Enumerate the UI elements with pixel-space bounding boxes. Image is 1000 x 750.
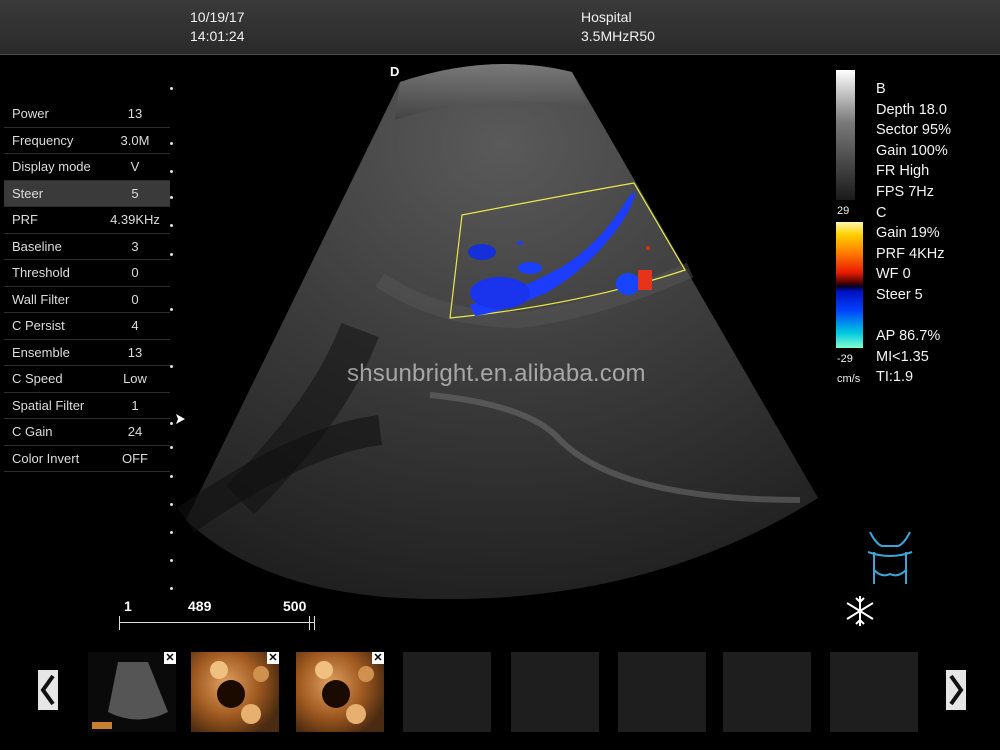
thumbnail-3[interactable]: ✕ bbox=[296, 652, 384, 732]
cine-tick-start bbox=[119, 616, 120, 630]
readout-line: WF 0 bbox=[876, 266, 911, 283]
readout-line: TI:1.9 bbox=[876, 369, 914, 386]
orientation-marker: D bbox=[390, 64, 400, 79]
velocity-scale-min: -29 bbox=[837, 353, 853, 365]
close-icon[interactable]: ✕ bbox=[164, 652, 176, 664]
close-icon[interactable]: ✕ bbox=[372, 652, 384, 664]
readout-line: Gain 100% bbox=[876, 142, 948, 159]
thumbnail-5[interactable] bbox=[511, 652, 599, 732]
scan-preview bbox=[92, 662, 168, 729]
readout-line: C bbox=[876, 204, 887, 221]
torso-body-mark-icon[interactable] bbox=[862, 530, 918, 588]
watermark: shsunbright.en.alibaba.com bbox=[347, 360, 646, 387]
readout-line: Gain 19% bbox=[876, 225, 940, 242]
render-preview bbox=[210, 661, 269, 724]
cine-end-frame: 500 bbox=[283, 598, 307, 614]
chevron-right-icon[interactable] bbox=[946, 670, 966, 710]
cine-current-frame: 489 bbox=[188, 598, 212, 614]
close-icon[interactable]: ✕ bbox=[267, 652, 279, 664]
thumbnail-4[interactable] bbox=[403, 652, 491, 732]
thumbnail-7[interactable] bbox=[723, 652, 811, 732]
velocity-scale-max: 29 bbox=[837, 205, 850, 217]
velocity-scale-unit: cm/s bbox=[837, 373, 861, 385]
readout-line: FR High bbox=[876, 163, 930, 180]
readout-line: PRF 4KHz bbox=[876, 245, 945, 262]
chevron-left-icon[interactable] bbox=[38, 670, 58, 710]
color-velocity-bar bbox=[836, 222, 863, 348]
grayscale-bar bbox=[836, 70, 855, 200]
cine-tick-current[interactable] bbox=[309, 616, 310, 630]
readout-line: B bbox=[876, 81, 886, 97]
cine-start-frame: 1 bbox=[124, 598, 132, 614]
thumbnail-2[interactable]: ✕ bbox=[191, 652, 279, 732]
thumbnail-1[interactable]: ✕ bbox=[88, 652, 176, 732]
snowflake-icon[interactable] bbox=[843, 594, 877, 628]
imaging-readout: B Depth 18.0 Sector 95% Gain 100% FR High FPS… bbox=[876, 79, 951, 388]
readout-line: Steer 5 bbox=[876, 286, 923, 303]
readout-line: Sector 95% bbox=[876, 122, 951, 139]
readout-line bbox=[876, 306, 951, 327]
cine-tick-end bbox=[314, 616, 315, 630]
thumbnail-8[interactable] bbox=[830, 652, 918, 732]
readout-line: AP 86.7% bbox=[876, 328, 941, 345]
readout-line: MI<1.35 bbox=[876, 348, 929, 365]
readout-line: FPS 7Hz bbox=[876, 183, 935, 200]
cine-scrollbar[interactable] bbox=[119, 622, 314, 623]
render-preview bbox=[315, 661, 374, 724]
thumbnail-6[interactable] bbox=[618, 652, 706, 732]
readout-line: Depth 18.0 bbox=[876, 101, 947, 118]
